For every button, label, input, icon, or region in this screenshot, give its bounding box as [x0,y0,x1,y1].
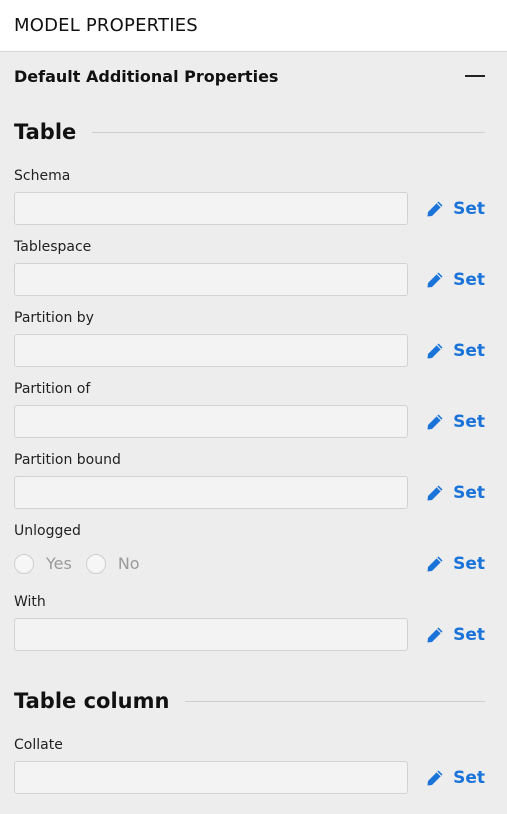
pencil-icon [427,201,443,216]
set-label: Set [453,767,485,788]
set-button-collate[interactable]: Set [425,768,485,788]
group-title: Table [14,120,77,144]
field-label: Partition of [14,381,91,397]
partition-by-input[interactable] [14,334,408,367]
pencil-icon [427,414,443,429]
divider [185,700,485,702]
set-button-tablespace[interactable]: Set [425,270,485,290]
tablespace-input[interactable] [14,263,408,296]
field-unlogged: Unlogged Yes No Set [0,521,507,580]
field-with: With Set [0,592,507,651]
set-button-with[interactable]: Set [425,625,485,645]
field-partition-by: Partition by Set [0,308,507,367]
collate-input[interactable] [14,761,408,794]
radio-circle[interactable] [85,553,106,574]
radio-label: No [117,554,140,573]
field-label: Partition bound [14,452,121,468]
radio-circle[interactable] [14,553,34,574]
field-label: Schema [14,168,71,184]
field-label: Partition by [14,310,94,326]
set-label: Set [453,340,485,361]
divider [92,131,485,133]
radio-option-yes[interactable]: Yes [14,553,72,574]
panel-title: MODEL PROPERTIES [14,15,198,36]
field-label: Collate [14,737,63,753]
field-partition-bound: Partition bound Set [0,450,507,509]
set-label: Set [453,482,485,503]
panel-header: MODEL PROPERTIES [0,0,507,52]
pencil-icon [427,272,443,287]
set-button-schema[interactable]: Set [425,199,485,219]
field-label: Unlogged [14,523,81,539]
set-button-partition-of[interactable]: Set [425,412,485,432]
pencil-icon [427,627,443,642]
radio-option-no[interactable]: No [85,553,140,574]
partition-of-input[interactable] [14,405,408,438]
field-schema: Schema Set [0,166,507,225]
section-title: Default Additional Properties [14,66,279,86]
unlogged-radio-group: Yes No [14,547,140,580]
set-label: Set [453,411,485,432]
section-header[interactable]: Default Additional Properties [0,52,507,100]
set-button-partition-by[interactable]: Set [425,341,485,361]
field-tablespace: Tablespace Set [0,237,507,296]
group-heading-table-column: Table column [0,679,507,723]
schema-input[interactable] [14,192,408,225]
field-collate: Collate Set [0,735,507,794]
pencil-icon [427,556,443,571]
set-label: Set [453,624,485,645]
set-button-partition-bound[interactable]: Set [425,483,485,503]
with-input[interactable] [14,618,408,651]
minus-icon[interactable] [465,75,485,77]
group-heading-table: Table [0,110,507,154]
radio-label: Yes [46,554,72,573]
pencil-icon [427,343,443,358]
pencil-icon [427,770,443,785]
field-partition-of: Partition of Set [0,379,507,438]
set-label: Set [453,269,485,290]
field-label: Tablespace [14,239,92,255]
partition-bound-input[interactable] [14,476,408,509]
set-label: Set [453,553,485,574]
group-title: Table column [14,689,170,713]
field-label: With [14,594,46,610]
set-button-unlogged[interactable]: Set [425,554,485,574]
pencil-icon [427,485,443,500]
set-label: Set [453,198,485,219]
